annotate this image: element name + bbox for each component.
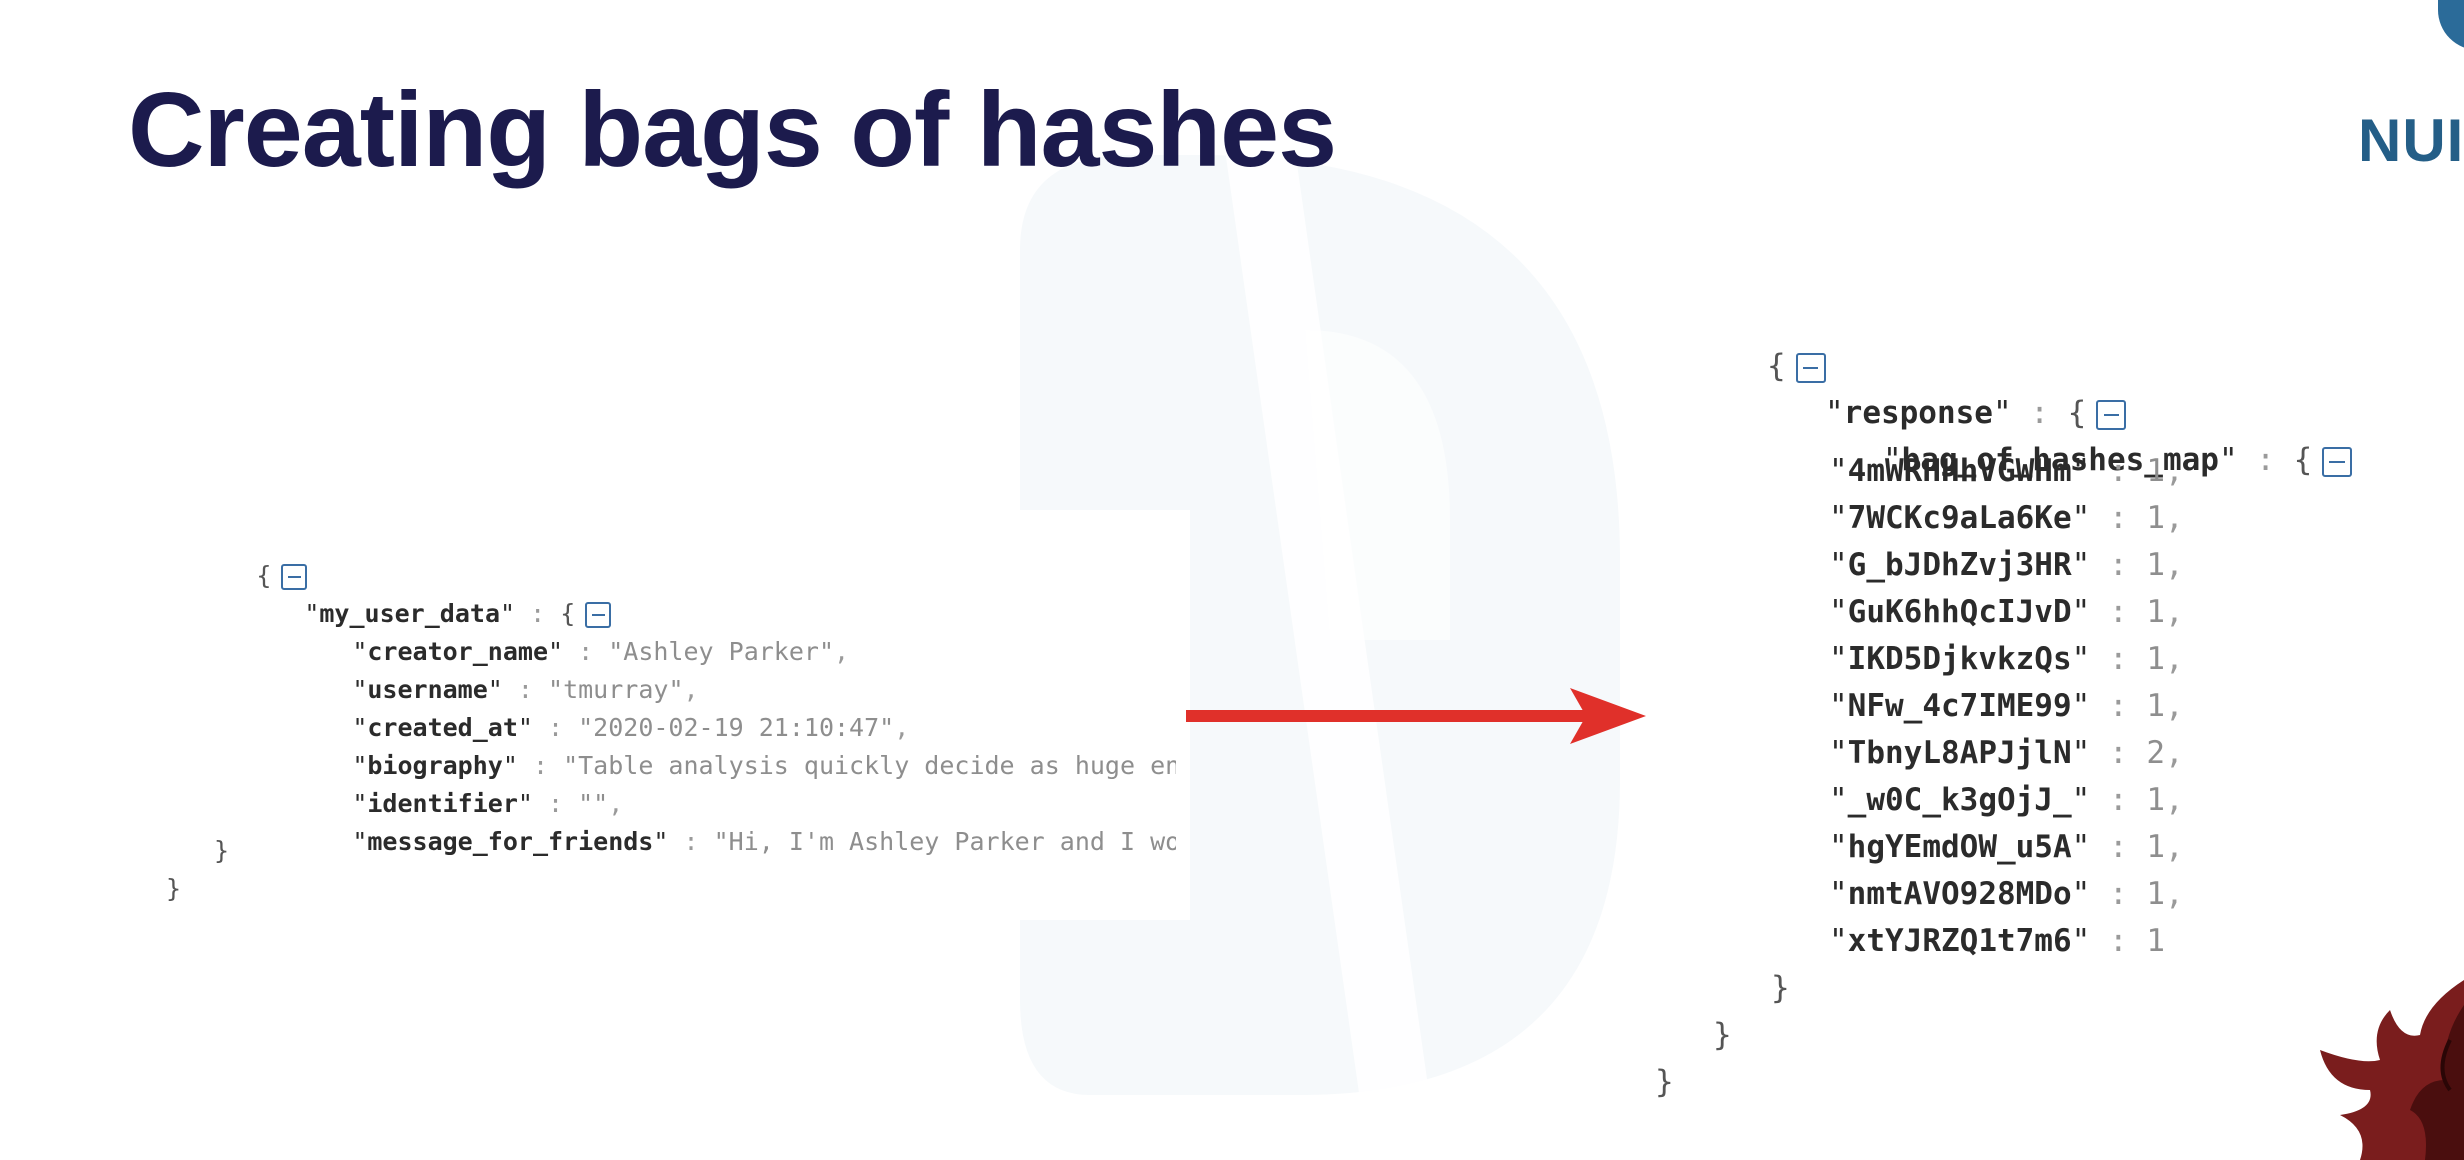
mascot-icon	[2320, 980, 2464, 1160]
close-brace: }	[1655, 1064, 1674, 1100]
hash-entry: "7WCKc9aLa6Ke" : 1,	[1829, 500, 2184, 536]
logo-text: NUI	[2358, 107, 2464, 174]
hash-entry: "_w0C_k3gOjJ_" : 1,	[1829, 782, 2184, 818]
close-brace: }	[1771, 970, 1790, 1006]
hash-entry: "TbnyL8APJjlN" : 2,	[1829, 735, 2184, 771]
hash-entry: "hgYEmdOW_u5A" : 1,	[1829, 829, 2184, 865]
close-brace: }	[1713, 1017, 1732, 1053]
hash-entry: "NFw_4c7IME99" : 1,	[1829, 688, 2184, 724]
right-arrow-icon	[1186, 688, 1646, 744]
close-brace: }	[166, 874, 182, 903]
user-data-json: { "my_user_data" : { "creator_name" : "A…	[166, 532, 1176, 922]
hash-entry: "4mWRHHhVGWHm" : 1,	[1829, 453, 2184, 489]
json-field-row: "message_for_friends" : "Hi, I'm Ashley …	[352, 827, 1176, 856]
slide: Creating bags of hashes NUI { "my_user_d…	[0, 0, 2464, 1160]
hash-entry: "xtYJRZQ1t7m6" : 1	[1829, 923, 2165, 959]
bag-of-hashes-json: { "response" : { "bag_of_hashes_map" : {…	[1655, 312, 2353, 1112]
hash-entry: "GuK6hhQcIJvD" : 1,	[1829, 594, 2184, 630]
hash-entry: "IKD5DjkvkzQs" : 1,	[1829, 641, 2184, 677]
hash-entry: "nmtAVO928MDo" : 1,	[1829, 876, 2184, 912]
hash-entry: "G_bJDhZvj3HR" : 1,	[1829, 547, 2184, 583]
logo: NUI	[2350, 0, 2464, 180]
collapse-icon[interactable]	[2322, 446, 2353, 477]
close-brace: }	[214, 836, 230, 865]
slide-title: Creating bags of hashes	[128, 71, 1337, 189]
logo-icon	[2438, 0, 2464, 50]
